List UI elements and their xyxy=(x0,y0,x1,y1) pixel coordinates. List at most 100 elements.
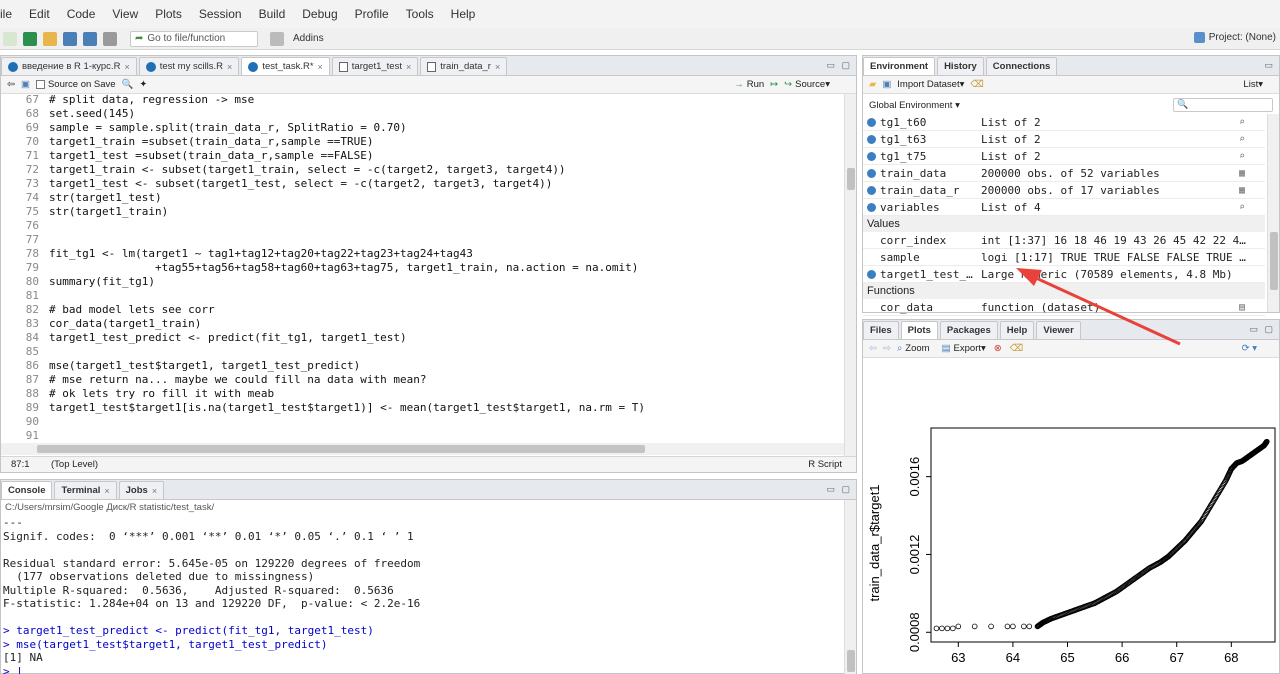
menu-item-6[interactable]: Build xyxy=(259,7,286,21)
env-row[interactable]: tg1_t60 List of 2 ⌕ xyxy=(863,114,1265,131)
env-vscroll[interactable] xyxy=(1267,114,1279,312)
expand-icon[interactable] xyxy=(867,117,876,127)
save-icon[interactable] xyxy=(63,31,77,46)
file-type[interactable]: R Script xyxy=(808,459,842,470)
editor-tab[interactable]: test my scills.R × xyxy=(138,57,240,75)
code-line[interactable]: # bad model lets see corr xyxy=(49,303,215,317)
source-on-save-toggle[interactable]: Source on Save xyxy=(35,79,116,90)
code-line[interactable]: cor_data(target1_train) xyxy=(49,317,201,331)
menu-item-1[interactable]: Edit xyxy=(29,7,50,21)
code-line[interactable]: target1_train <- subset(target1_train, s… xyxy=(49,163,566,177)
search-icon[interactable]: 🔍 xyxy=(122,79,134,90)
code-line[interactable]: mse(target1_test$target1, target1_test_p… xyxy=(49,359,360,373)
code-line[interactable]: # ok lets try ro fill it with meab xyxy=(49,387,274,401)
code-line[interactable]: fit_tg1 <- lm(target1 ~ tag1+tag12+tag20… xyxy=(49,247,473,261)
view-table-icon[interactable]: ▦ xyxy=(1239,185,1245,196)
code-line[interactable]: target1_test <- subset(target1_test, sel… xyxy=(49,177,552,191)
export-button[interactable]: ▤ Export ▾ xyxy=(942,343,986,354)
env-window-buttons[interactable]: ▭ xyxy=(1264,60,1275,71)
close-icon[interactable]: × xyxy=(318,62,323,72)
expand-icon[interactable] xyxy=(867,151,876,161)
remove-plot-icon[interactable]: ⊗ xyxy=(994,343,1002,354)
console-tab[interactable]: Console xyxy=(1,481,53,499)
env-row[interactable]: variables List of 4 ⌕ xyxy=(863,199,1265,216)
menu-item-8[interactable]: Profile xyxy=(355,7,389,21)
open-env-icon[interactable]: ▰ xyxy=(869,79,876,90)
source-button[interactable]: ↪ Source ▾ xyxy=(784,79,830,90)
project-menu[interactable]: Project: (None) xyxy=(1193,32,1276,43)
zoom-button[interactable]: ⌕ Zoom xyxy=(897,343,930,354)
code-line[interactable]: # split data, regression -> mse xyxy=(49,94,254,107)
close-icon[interactable]: × xyxy=(495,62,500,72)
env-row[interactable]: sample logi [1:17] TRUE TRUE FALSE FALSE … xyxy=(863,249,1265,266)
code-line[interactable]: target1_test$target1[is.na(target1_test$… xyxy=(49,401,645,415)
next-plot-icon[interactable]: ⇨ xyxy=(883,343,891,354)
code-line[interactable]: str(target1_train) xyxy=(49,205,168,219)
close-icon[interactable]: × xyxy=(104,486,109,496)
menu-item-4[interactable]: Plots xyxy=(155,7,182,21)
refresh-icon[interactable]: ⟳ ▾ xyxy=(1242,343,1257,354)
new-project-icon[interactable] xyxy=(23,31,37,46)
pane-tab[interactable]: Plots xyxy=(900,321,938,339)
menu-item-7[interactable]: Debug xyxy=(302,7,337,21)
view-table-icon[interactable]: ▦ xyxy=(1239,168,1245,179)
console-tab[interactable]: Terminal × xyxy=(54,481,117,499)
editor-vscroll[interactable] xyxy=(844,94,856,466)
close-icon[interactable]: × xyxy=(152,486,157,496)
close-icon[interactable]: × xyxy=(227,62,232,72)
import-dataset-button[interactable]: Import Dataset ▾ xyxy=(897,79,964,90)
view-search-icon[interactable]: ⌕ xyxy=(1239,202,1245,213)
menu-item-2[interactable]: Code xyxy=(67,7,96,21)
rerun-icon[interactable]: ↦ xyxy=(770,79,778,90)
env-row[interactable]: cor_data function (dataset) ▤ xyxy=(863,299,1265,316)
new-file-icon[interactable] xyxy=(3,31,17,46)
code-line[interactable]: str(target1_test) xyxy=(49,191,162,205)
expand-icon[interactable] xyxy=(867,185,876,195)
editor-hscroll[interactable] xyxy=(1,443,844,455)
code-line[interactable]: # mse return na... maybe we could fill n… xyxy=(49,373,427,387)
open-file-icon[interactable] xyxy=(43,31,57,46)
plots-window-buttons[interactable]: ▭ ▢ xyxy=(1249,324,1275,335)
pane-tab[interactable]: Help xyxy=(999,321,1035,339)
env-row[interactable]: train_data 200000 obs. of 52 variables ▦ xyxy=(863,165,1265,182)
expand-icon[interactable] xyxy=(867,269,876,279)
code-line[interactable]: target1_test_predict <- predict(fit_tg1,… xyxy=(49,331,407,345)
console-tab[interactable]: Jobs × xyxy=(118,481,165,499)
broom-icon[interactable]: ⌫ xyxy=(970,79,983,90)
pane-tab[interactable]: Files xyxy=(863,321,899,339)
editor-tab[interactable]: train_data_r × xyxy=(420,57,508,75)
code-line[interactable]: summary(fit_tg1) xyxy=(49,275,155,289)
addins-menu[interactable]: Addins xyxy=(293,33,324,44)
clear-plots-icon[interactable]: ⌫ xyxy=(1010,343,1023,354)
menu-item-0[interactable]: ile xyxy=(0,7,12,21)
layout-icon[interactable] xyxy=(270,31,284,46)
env-row[interactable]: target1_test_… Large numeric (70589 eleme… xyxy=(863,266,1265,283)
expand-icon[interactable] xyxy=(867,168,876,178)
go-to-file-input[interactable]: ➦ Go to file/function xyxy=(130,30,258,47)
menu-item-5[interactable]: Session xyxy=(199,7,242,21)
console-vscroll[interactable] xyxy=(844,500,856,674)
code-editor[interactable]: 67 # split data, regression -> mse 68 set.s… xyxy=(1,94,856,498)
close-icon[interactable]: × xyxy=(124,62,129,72)
save-file-icon[interactable]: ▣ xyxy=(21,79,30,90)
print-icon[interactable] xyxy=(103,31,117,46)
view-table-icon[interactable]: ▤ xyxy=(1239,302,1245,313)
pane-tab[interactable]: Environment xyxy=(863,57,936,75)
scope-indicator[interactable]: (Top Level) xyxy=(51,459,98,470)
editor-tab[interactable]: test_task.R* × xyxy=(241,57,330,75)
back-icon[interactable]: ⇦ xyxy=(7,79,15,90)
editor-tab[interactable]: target1_test × xyxy=(331,57,419,75)
run-button[interactable]: → Run xyxy=(734,79,764,90)
editor-tab[interactable]: введение в R 1-курс.R × xyxy=(1,57,137,75)
wand-icon[interactable]: ✦ xyxy=(139,79,147,90)
pane-tab[interactable]: Packages xyxy=(939,321,998,339)
env-row[interactable]: corr_index int [1:37] 16 18 46 19 43 26 4… xyxy=(863,232,1265,249)
env-row[interactable]: tg1_t75 List of 2 ⌕ xyxy=(863,148,1265,165)
code-line[interactable]: set.seed(145) xyxy=(49,107,135,121)
console-window-buttons[interactable]: ▭ ▢ xyxy=(826,484,852,495)
save-env-icon[interactable]: ▣ xyxy=(882,79,891,90)
expand-icon[interactable] xyxy=(867,202,876,212)
console-output[interactable]: --- Signif. codes: 0 ‘***’ 0.001 ‘**’ 0.0… xyxy=(3,516,420,674)
pane-tab[interactable]: Viewer xyxy=(1036,321,1081,339)
code-line[interactable]: target1_train =subset(train_data_r,sampl… xyxy=(49,135,374,149)
